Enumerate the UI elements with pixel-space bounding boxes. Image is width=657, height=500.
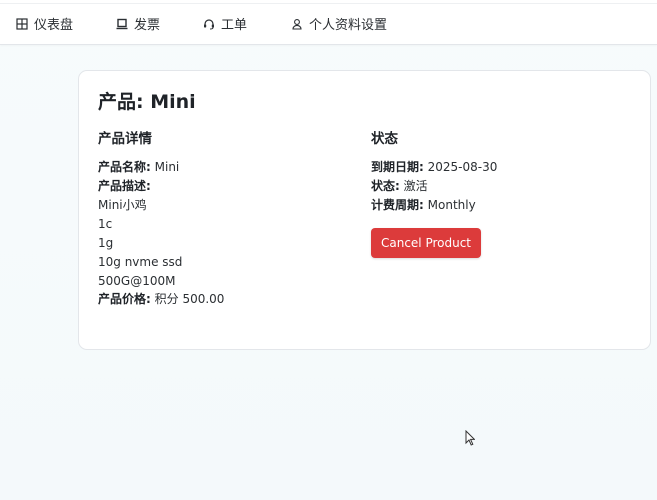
expiry-date-row: 到期日期: 2025-08-30 [371, 158, 497, 177]
status-row: 状态: 激活 [371, 177, 428, 196]
top-navbar: 仪表盘 发票 工单 个人资料设置 [0, 0, 657, 45]
product-price-row: 产品价格: 积分 500.00 [98, 290, 224, 309]
billing-cycle-row: 计费周期: Monthly [371, 196, 476, 215]
nav-label-dashboard: 仪表盘 [34, 18, 74, 33]
nav-item-tickets[interactable]: 工单 [203, 14, 247, 33]
expiry-date-label: 到期日期: [371, 160, 424, 174]
nav-label-tickets: 工单 [221, 18, 248, 33]
headset-icon [203, 18, 215, 30]
laptop-icon [116, 18, 128, 30]
page-title: 产品: Mini [98, 91, 196, 113]
product-desc-line: 1c [98, 217, 113, 231]
product-name-value: Mini [154, 160, 180, 174]
product-desc-line: 500G@100M [98, 274, 176, 288]
product-card: 产品: Mini 产品详情 状态 产品名称: Mini 产品描述: Mini小鸡… [78, 70, 651, 350]
nav-label-profile-settings: 个人资料设置 [309, 18, 388, 33]
top-border [0, 0, 657, 4]
grid-icon [16, 17, 28, 30]
product-price-value: 积分 500.00 [154, 292, 225, 306]
product-desc-line: 1g [98, 236, 114, 250]
cancel-product-button[interactable]: Cancel Product [371, 228, 481, 258]
product-name-label: 产品名称: [98, 160, 151, 174]
status-value: 激活 [403, 179, 428, 193]
nav-label-invoices: 发票 [134, 18, 161, 33]
nav-item-invoices[interactable]: 发票 [116, 14, 160, 33]
product-desc-row: 产品描述: [98, 177, 151, 196]
billing-cycle-label: 计费周期: [371, 198, 424, 212]
nav-item-dashboard[interactable]: 仪表盘 [16, 14, 73, 33]
user-icon [291, 18, 303, 30]
status-heading: 状态 [371, 131, 398, 147]
product-desc-line: 10g nvme ssd [98, 255, 183, 269]
product-desc-label: 产品描述: [98, 179, 151, 193]
product-details-heading: 产品详情 [98, 131, 152, 147]
nav-item-profile-settings[interactable]: 个人资料设置 [291, 14, 387, 33]
expiry-date-value: 2025-08-30 [427, 160, 498, 174]
product-price-label: 产品价格: [98, 292, 151, 306]
product-desc-line: Mini小鸡 [98, 198, 147, 212]
product-name-row: 产品名称: Mini [98, 158, 179, 177]
mouse-cursor-icon [465, 429, 476, 446]
billing-cycle-value: Monthly [427, 198, 476, 212]
status-label: 状态: [371, 179, 400, 193]
